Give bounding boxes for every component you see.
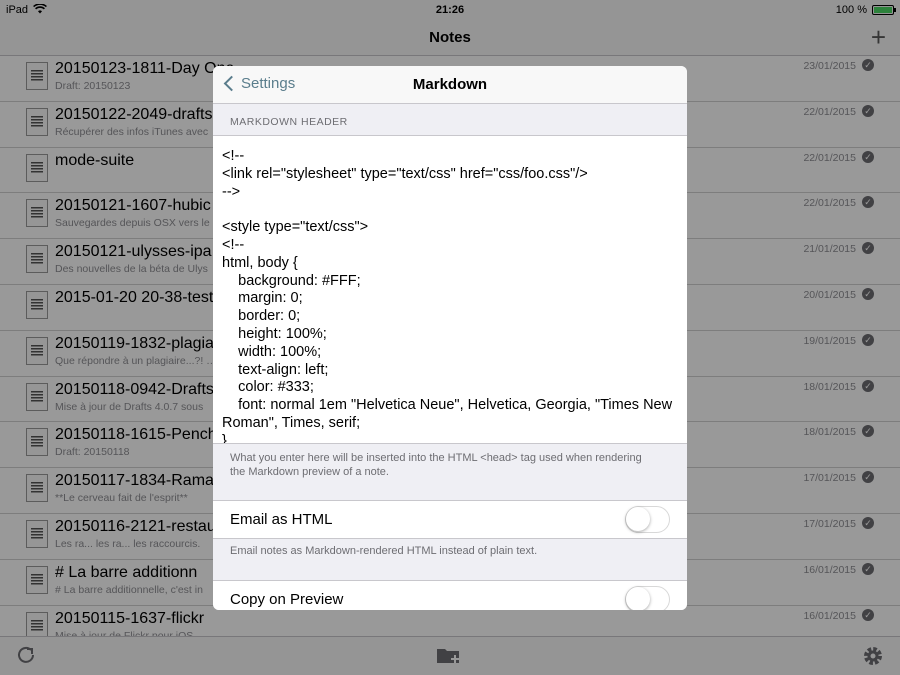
email-as-html-toggle[interactable] <box>625 506 670 533</box>
toggle-knob <box>626 587 650 610</box>
email-footer-note: Email notes as Markdown-rendered HTML in… <box>230 545 538 557</box>
copy-on-preview-toggle[interactable] <box>625 586 670 610</box>
markdown-header-code: <!-- <link rel="stylesheet" type="text/c… <box>222 148 673 444</box>
markdown-header-textarea[interactable]: <!-- <link rel="stylesheet" type="text/c… <box>213 135 687 444</box>
modal-title: Markdown <box>412 76 488 93</box>
toggle-knob <box>626 507 650 531</box>
email-as-html-row[interactable]: Email as HTML <box>213 500 687 539</box>
copy-on-preview-label: Copy on Preview <box>230 591 344 608</box>
header-footer-note: What you enter here will be inserted int… <box>230 452 642 478</box>
email-as-html-label: Email as HTML <box>230 511 333 528</box>
copy-on-preview-row[interactable]: Copy on Preview <box>213 580 687 610</box>
section-header: MARKDOWN HEADER <box>230 116 348 128</box>
markdown-settings-modal: Settings Markdown MARKDOWN HEADER <!-- <… <box>213 66 687 610</box>
modal-nav-bar: Settings Markdown <box>213 66 687 104</box>
